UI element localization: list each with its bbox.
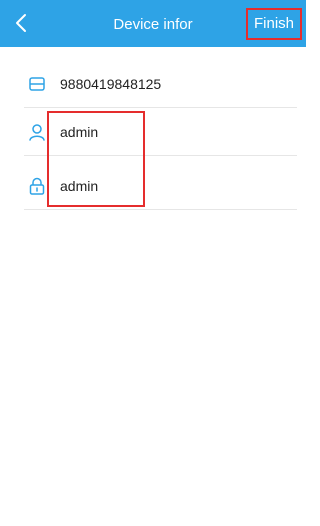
username-field[interactable]: admin (60, 123, 98, 141)
header-bar: Device infor Finish (0, 0, 306, 47)
back-button[interactable] (8, 9, 36, 37)
finish-button[interactable]: Finish (246, 8, 302, 40)
username-row[interactable]: admin (24, 109, 297, 156)
device-id-value: 9880419848125 (60, 76, 162, 92)
lock-icon (28, 177, 46, 195)
chevron-left-icon (16, 14, 26, 32)
password-row[interactable]: admin (24, 163, 297, 210)
user-icon (28, 123, 46, 141)
password-field[interactable]: admin (60, 177, 98, 195)
device-id-row[interactable]: 9880419848125 (24, 61, 297, 108)
device-id-icon (28, 75, 46, 93)
